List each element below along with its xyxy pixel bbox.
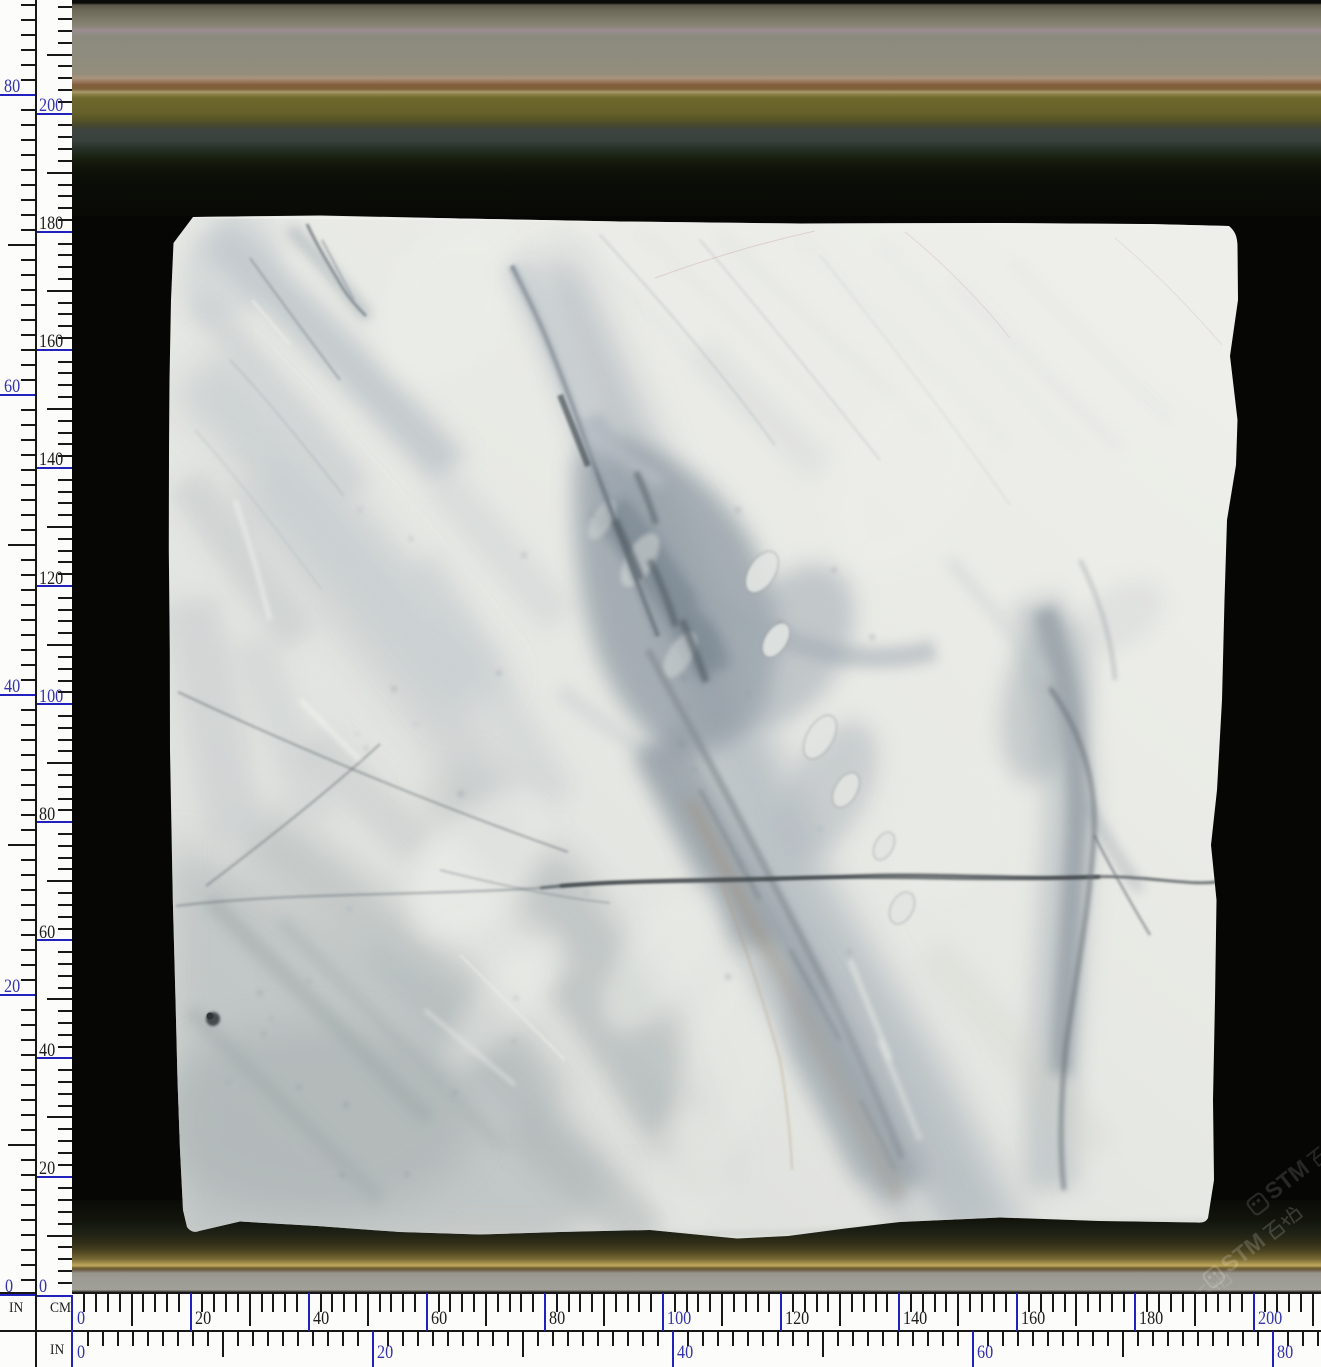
svg-text:STM: STM	[1260, 1154, 1314, 1204]
svg-text:STM: STM	[1216, 1227, 1270, 1277]
